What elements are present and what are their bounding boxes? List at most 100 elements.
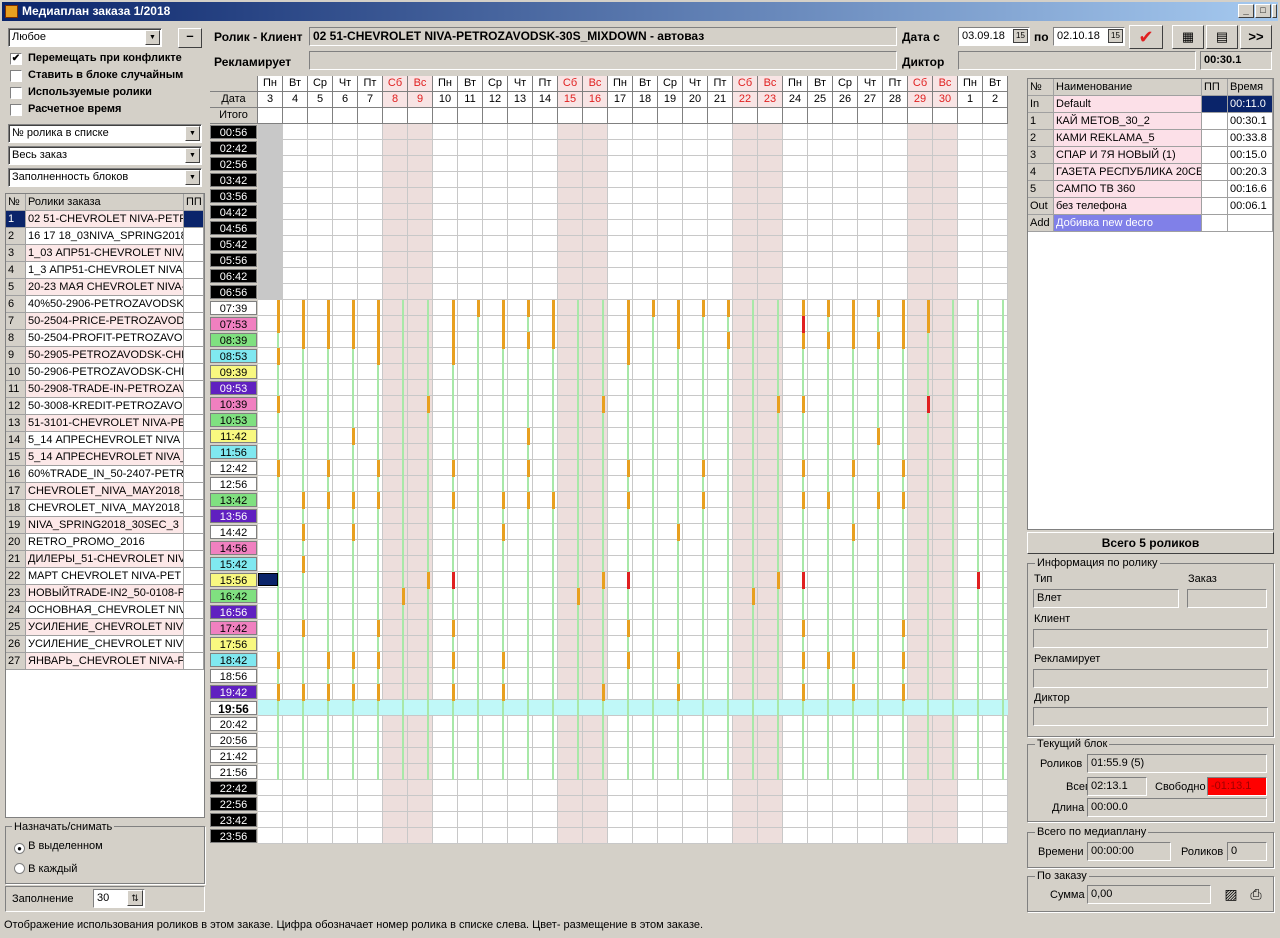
time-slot-row[interactable] xyxy=(258,684,1008,700)
placement-mark[interactable] xyxy=(452,348,455,365)
time-slot-label[interactable]: 19:42 xyxy=(210,685,257,699)
placement-mark[interactable] xyxy=(602,396,605,413)
placement-mark[interactable] xyxy=(502,684,505,701)
placement-mark[interactable] xyxy=(627,300,630,317)
time-slot-row[interactable] xyxy=(258,188,1008,204)
time-slot-row[interactable] xyxy=(258,524,1008,540)
minimize-button[interactable]: _ xyxy=(1238,4,1254,18)
time-slot-label[interactable]: 17:42 xyxy=(210,621,257,635)
placement-mark[interactable] xyxy=(527,460,530,477)
spot-list-item[interactable]: 23 НОВЫЙTRADE-IN2_50-0108-P xyxy=(6,585,204,602)
time-slot-row[interactable] xyxy=(258,140,1008,156)
placement-mark[interactable] xyxy=(277,652,280,669)
placement-mark[interactable] xyxy=(827,332,830,349)
option-checkbox[interactable]: Расчетное время xyxy=(10,103,121,118)
placement-mark[interactable] xyxy=(302,492,305,509)
placement-mark[interactable] xyxy=(277,316,280,333)
placement-mark[interactable] xyxy=(902,300,905,317)
placement-mark[interactable] xyxy=(627,332,630,349)
placement-mark[interactable] xyxy=(802,396,805,413)
calendar-icon[interactable]: 15 xyxy=(1013,29,1028,43)
time-slot-row[interactable] xyxy=(258,204,1008,220)
placement-mark[interactable] xyxy=(527,492,530,509)
spot-list-item[interactable]: 25 УСИЛЕНИЕ_CHEVROLET NIV xyxy=(6,619,204,636)
placement-mark[interactable] xyxy=(302,332,305,349)
time-slot-row[interactable] xyxy=(258,316,1008,332)
spot-list-item[interactable]: 7 50-2504-PRICE-PETROZAVOD xyxy=(6,313,204,330)
placement-mark[interactable] xyxy=(852,684,855,701)
placement-mark[interactable] xyxy=(802,684,805,701)
spot-list-item[interactable]: 8 50-2504-PROFIT-PETROZAVO xyxy=(6,330,204,347)
placement-mark[interactable] xyxy=(352,524,355,541)
placement-mark[interactable] xyxy=(677,684,680,701)
conflict-mark[interactable] xyxy=(802,316,805,333)
time-slot-label[interactable]: 07:39 xyxy=(210,301,257,315)
placement-mark[interactable] xyxy=(627,652,630,669)
placement-mark[interactable] xyxy=(702,460,705,477)
spot-list-item[interactable]: 20 RETRO_PROMO_2016 xyxy=(6,534,204,551)
option-checkbox[interactable]: ✔ Перемещать при конфликте xyxy=(10,52,182,67)
time-slot-label[interactable]: 10:39 xyxy=(210,397,257,411)
placement-mark[interactable] xyxy=(302,316,305,333)
placement-mark[interactable] xyxy=(452,652,455,669)
table-view-icon[interactable]: ▦ xyxy=(1172,25,1204,49)
time-slot-row[interactable] xyxy=(258,380,1008,396)
placement-mark[interactable] xyxy=(802,652,805,669)
spot-list-item[interactable]: 22 МАРТ CHEVROLET NIVA-PET xyxy=(6,568,204,585)
time-slot-label[interactable]: 22:56 xyxy=(210,797,257,811)
spot-list-item[interactable]: 3 1_03 АПР51-CHEVROLET NIVA xyxy=(6,245,204,262)
time-slot-label[interactable]: 22:42 xyxy=(210,781,257,795)
placement-mark[interactable] xyxy=(602,684,605,701)
time-slot-row[interactable] xyxy=(258,412,1008,428)
placement-mark[interactable] xyxy=(902,492,905,509)
placement-mark[interactable] xyxy=(627,460,630,477)
time-slot-label[interactable]: 21:42 xyxy=(210,749,257,763)
collapse-button[interactable]: – xyxy=(178,28,202,48)
print-icon[interactable]: ⎙ xyxy=(1246,885,1266,905)
placement-mark[interactable] xyxy=(377,492,380,509)
block-list-item[interactable]: 1 КАЙ МЕТОВ_30_2 00:30.1 xyxy=(1028,113,1273,130)
placement-mark[interactable] xyxy=(727,300,730,317)
placement-mark[interactable] xyxy=(302,524,305,541)
time-slot-row[interactable] xyxy=(258,428,1008,444)
placement-mark[interactable] xyxy=(902,620,905,637)
placement-mark[interactable] xyxy=(577,588,580,605)
placement-mark[interactable] xyxy=(452,684,455,701)
placement-mark[interactable] xyxy=(427,572,430,589)
placement-mark[interactable] xyxy=(877,332,880,349)
placement-mark[interactable] xyxy=(327,300,330,317)
time-slot-row[interactable] xyxy=(258,444,1008,460)
placement-mark[interactable] xyxy=(377,300,380,317)
placement-mark[interactable] xyxy=(877,492,880,509)
block-list-item[interactable]: Out без телефона 00:06.1 xyxy=(1028,198,1273,215)
placement-mark[interactable] xyxy=(902,684,905,701)
placement-mark[interactable] xyxy=(677,524,680,541)
time-slot-row[interactable] xyxy=(258,620,1008,636)
time-slot-label[interactable]: 00:56 xyxy=(210,125,257,139)
placement-mark[interactable] xyxy=(302,556,305,573)
placement-mark[interactable] xyxy=(352,684,355,701)
scope-combo[interactable]: Весь заказ ▼ xyxy=(8,146,202,165)
placement-mark[interactable] xyxy=(352,332,355,349)
placement-mark[interactable] xyxy=(502,300,505,317)
placement-mark[interactable] xyxy=(752,588,755,605)
time-slot-label[interactable]: 12:42 xyxy=(210,461,257,475)
placement-mark[interactable] xyxy=(852,652,855,669)
placement-mark[interactable] xyxy=(927,316,930,333)
placement-mark[interactable] xyxy=(377,684,380,701)
placement-mark[interactable] xyxy=(377,460,380,477)
time-slot-label[interactable]: 08:53 xyxy=(210,349,257,363)
placement-mark[interactable] xyxy=(827,492,830,509)
placement-mark[interactable] xyxy=(452,316,455,333)
placement-mark[interactable] xyxy=(527,332,530,349)
time-slot-label[interactable]: 05:42 xyxy=(210,237,257,251)
report-icon[interactable]: ▨ xyxy=(1221,885,1241,905)
time-slot-row[interactable] xyxy=(258,668,1008,684)
time-slot-label[interactable]: 19:56 xyxy=(210,701,257,716)
time-slot-label[interactable]: 23:56 xyxy=(210,829,257,843)
radio-selected[interactable]: ● В выделенном xyxy=(14,840,103,854)
placement-mark[interactable] xyxy=(327,460,330,477)
placement-mark[interactable] xyxy=(802,332,805,349)
time-slot-row[interactable] xyxy=(258,572,1008,588)
placement-mark[interactable] xyxy=(552,492,555,509)
